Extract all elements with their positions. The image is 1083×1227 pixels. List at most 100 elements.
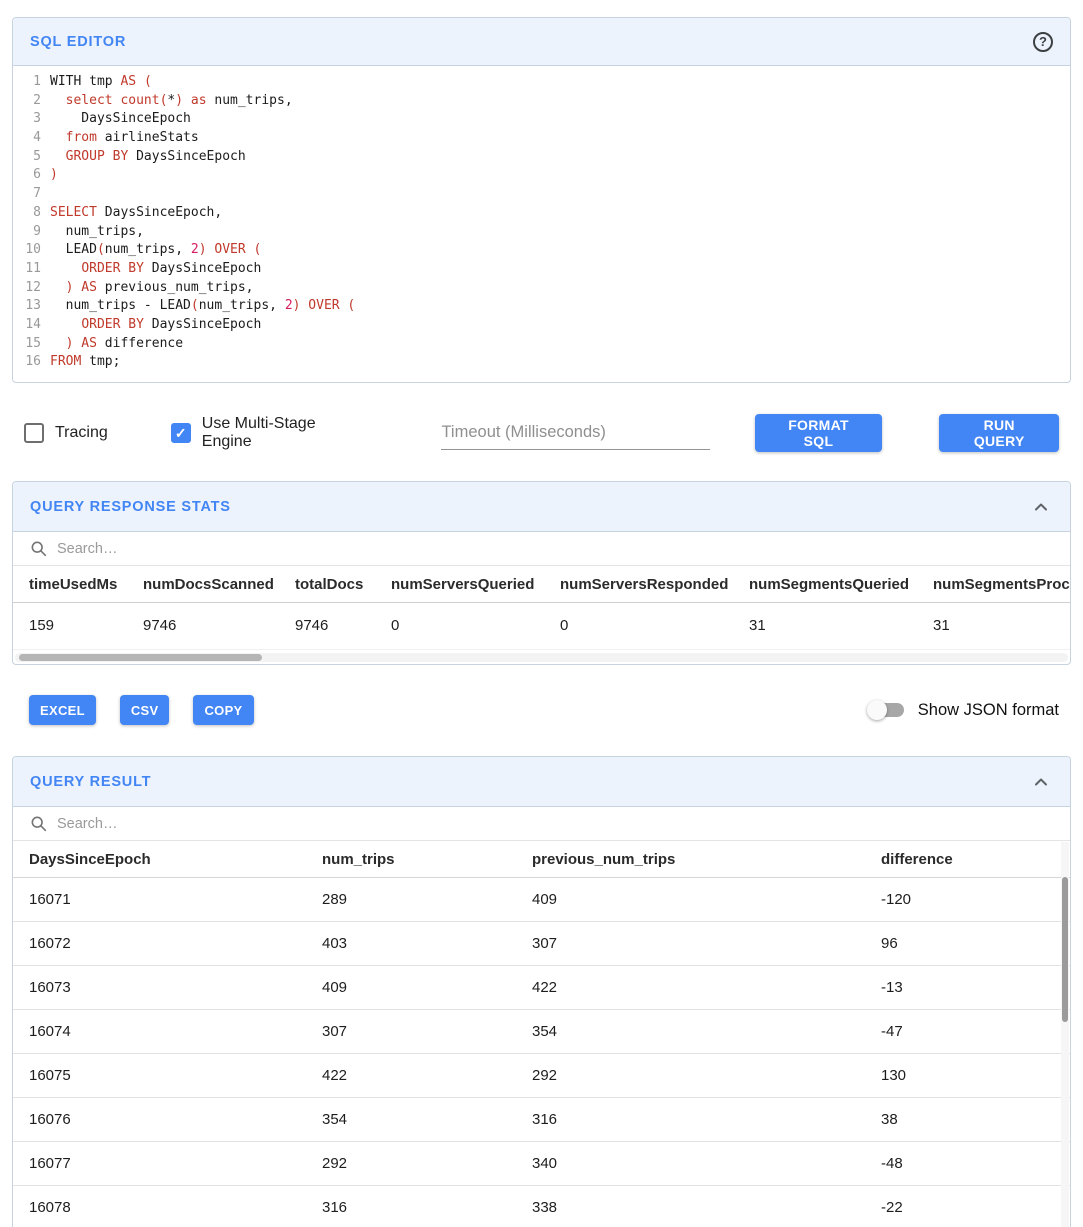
table-cell: -48 bbox=[865, 1142, 1070, 1186]
timeout-input[interactable] bbox=[441, 417, 709, 450]
column-header-numSegmentsQueried[interactable]: numSegmentsQueried bbox=[733, 566, 917, 603]
table-cell: 316 bbox=[516, 1098, 865, 1142]
table-cell: 38 bbox=[865, 1098, 1070, 1142]
table-cell: 9746 bbox=[127, 603, 279, 650]
stats-scrollbar-thumb[interactable] bbox=[19, 654, 262, 661]
stats-search-input[interactable] bbox=[57, 541, 1053, 557]
table-row: 1607635431638 bbox=[13, 1098, 1070, 1142]
column-header-previous_num_trips[interactable]: previous_num_trips bbox=[516, 841, 865, 878]
tracing-checkbox-box[interactable] bbox=[24, 423, 44, 443]
column-header-timeUsedMs[interactable]: timeUsedMs bbox=[13, 566, 127, 603]
table-cell: -13 bbox=[865, 966, 1070, 1010]
stats-table: timeUsedMsnumDocsScannedtotalDocsnumServ… bbox=[13, 566, 1070, 650]
sql-editor-header: SQL EDITOR ? bbox=[13, 18, 1070, 66]
table-cell: 422 bbox=[516, 966, 865, 1010]
export-controls: EXCEL CSV COPY Show JSON format bbox=[24, 693, 1059, 727]
code-line: 6) bbox=[13, 166, 1070, 185]
code-line: 13 num_trips - LEAD(num_trips, 2) OVER ( bbox=[13, 297, 1070, 316]
json-format-toggle[interactable] bbox=[870, 703, 904, 717]
copy-button[interactable]: COPY bbox=[193, 695, 253, 725]
table-cell: -120 bbox=[865, 878, 1070, 922]
line-number: 13 bbox=[13, 297, 50, 316]
query-console-page: SQL EDITOR ? 1WITH tmp AS (2 select coun… bbox=[0, 0, 1083, 1227]
format-sql-button[interactable]: FORMAT SQL bbox=[755, 414, 883, 452]
code-text: ) AS previous_num_trips, bbox=[50, 279, 254, 298]
run-query-button[interactable]: RUN QUERY bbox=[939, 414, 1059, 452]
table-cell: 16073 bbox=[13, 966, 306, 1010]
table-row: 15997469746003131 bbox=[13, 603, 1070, 650]
code-line: 11 ORDER BY DaysSinceEpoch bbox=[13, 260, 1070, 279]
result-panel-header[interactable]: QUERY RESULT bbox=[13, 757, 1070, 807]
line-number: 16 bbox=[13, 353, 50, 372]
code-text: select count(*) as num_trips, bbox=[50, 92, 293, 111]
code-text: SELECT DaysSinceEpoch, bbox=[50, 204, 222, 223]
code-line: 8SELECT DaysSinceEpoch, bbox=[13, 204, 1070, 223]
code-text: num_trips, bbox=[50, 223, 144, 242]
table-cell: 289 bbox=[306, 878, 516, 922]
column-header-difference[interactable]: difference bbox=[865, 841, 1070, 878]
json-format-toggle-thumb[interactable] bbox=[867, 700, 887, 720]
tracing-checkbox[interactable]: Tracing bbox=[24, 423, 108, 443]
table-cell: 409 bbox=[306, 966, 516, 1010]
column-header-numServersQueried[interactable]: numServersQueried bbox=[375, 566, 544, 603]
table-cell: 340 bbox=[516, 1142, 865, 1186]
code-line: 5 GROUP BY DaysSinceEpoch bbox=[13, 148, 1070, 167]
result-search-input[interactable] bbox=[57, 816, 1053, 832]
code-line: 16FROM tmp; bbox=[13, 353, 1070, 372]
column-header-totalDocs[interactable]: totalDocs bbox=[279, 566, 375, 603]
column-header-numServersResponded[interactable]: numServersResponded bbox=[544, 566, 733, 603]
table-row: 16077292340-48 bbox=[13, 1142, 1070, 1186]
table-cell: 31 bbox=[917, 603, 1070, 650]
code-text: FROM tmp; bbox=[50, 353, 120, 372]
result-panel-title: QUERY RESULT bbox=[30, 774, 151, 790]
excel-button[interactable]: EXCEL bbox=[29, 695, 96, 725]
line-number: 12 bbox=[13, 279, 50, 298]
table-cell: 16076 bbox=[13, 1098, 306, 1142]
column-header-DaysSinceEpoch[interactable]: DaysSinceEpoch bbox=[13, 841, 306, 878]
table-row: 16071289409-120 bbox=[13, 878, 1070, 922]
multistage-label: Use Multi-Stage Engine bbox=[202, 415, 369, 451]
tracing-label: Tracing bbox=[55, 424, 108, 442]
code-text: ) bbox=[50, 166, 58, 185]
stats-table-viewport: timeUsedMsnumDocsScannedtotalDocsnumServ… bbox=[13, 566, 1070, 650]
json-format-toggle-group: Show JSON format bbox=[870, 701, 1059, 720]
column-header-numSegmentsProcessed[interactable]: numSegmentsProcessed bbox=[917, 566, 1070, 603]
line-number: 6 bbox=[13, 166, 50, 185]
table-cell: 354 bbox=[516, 1010, 865, 1054]
column-header-num_trips[interactable]: num_trips bbox=[306, 841, 516, 878]
code-text: ORDER BY DaysSinceEpoch bbox=[50, 316, 261, 335]
table-cell: 409 bbox=[516, 878, 865, 922]
code-line: 14 ORDER BY DaysSinceEpoch bbox=[13, 316, 1070, 335]
multistage-checkbox[interactable]: ✓ Use Multi-Stage Engine bbox=[171, 415, 369, 451]
table-cell: 16078 bbox=[13, 1186, 306, 1227]
line-number: 9 bbox=[13, 223, 50, 242]
help-icon[interactable]: ? bbox=[1033, 32, 1053, 52]
result-vertical-scrollbar[interactable] bbox=[1061, 842, 1069, 1227]
csv-button[interactable]: CSV bbox=[120, 695, 170, 725]
table-cell: -22 bbox=[865, 1186, 1070, 1227]
code-text: from airlineStats bbox=[50, 129, 199, 148]
table-cell: -47 bbox=[865, 1010, 1070, 1054]
table-cell: 159 bbox=[13, 603, 127, 650]
stats-panel-header[interactable]: QUERY RESPONSE STATS bbox=[13, 482, 1070, 532]
code-line: 10 LEAD(num_trips, 2) OVER ( bbox=[13, 241, 1070, 260]
sql-code-editor[interactable]: 1WITH tmp AS (2 select count(*) as num_t… bbox=[13, 66, 1070, 382]
code-text: LEAD(num_trips, 2) OVER ( bbox=[50, 241, 261, 260]
result-scrollbar-thumb[interactable] bbox=[1062, 877, 1068, 1022]
table-cell: 307 bbox=[516, 922, 865, 966]
chevron-up-icon[interactable] bbox=[1029, 495, 1053, 519]
table-cell: 130 bbox=[865, 1054, 1070, 1098]
code-line: 4 from airlineStats bbox=[13, 129, 1070, 148]
line-number: 15 bbox=[13, 335, 50, 354]
multistage-checkbox-box[interactable]: ✓ bbox=[171, 423, 191, 443]
table-header-row: timeUsedMsnumDocsScannedtotalDocsnumServ… bbox=[13, 566, 1070, 603]
code-text: ORDER BY DaysSinceEpoch bbox=[50, 260, 261, 279]
code-text: GROUP BY DaysSinceEpoch bbox=[50, 148, 246, 167]
chevron-up-icon[interactable] bbox=[1029, 770, 1053, 794]
column-header-numDocsScanned[interactable]: numDocsScanned bbox=[127, 566, 279, 603]
line-number: 3 bbox=[13, 110, 50, 129]
stats-horizontal-scrollbar[interactable] bbox=[15, 653, 1068, 662]
line-number: 14 bbox=[13, 316, 50, 335]
code-line: 15 ) AS difference bbox=[13, 335, 1070, 354]
table-cell: 292 bbox=[516, 1054, 865, 1098]
